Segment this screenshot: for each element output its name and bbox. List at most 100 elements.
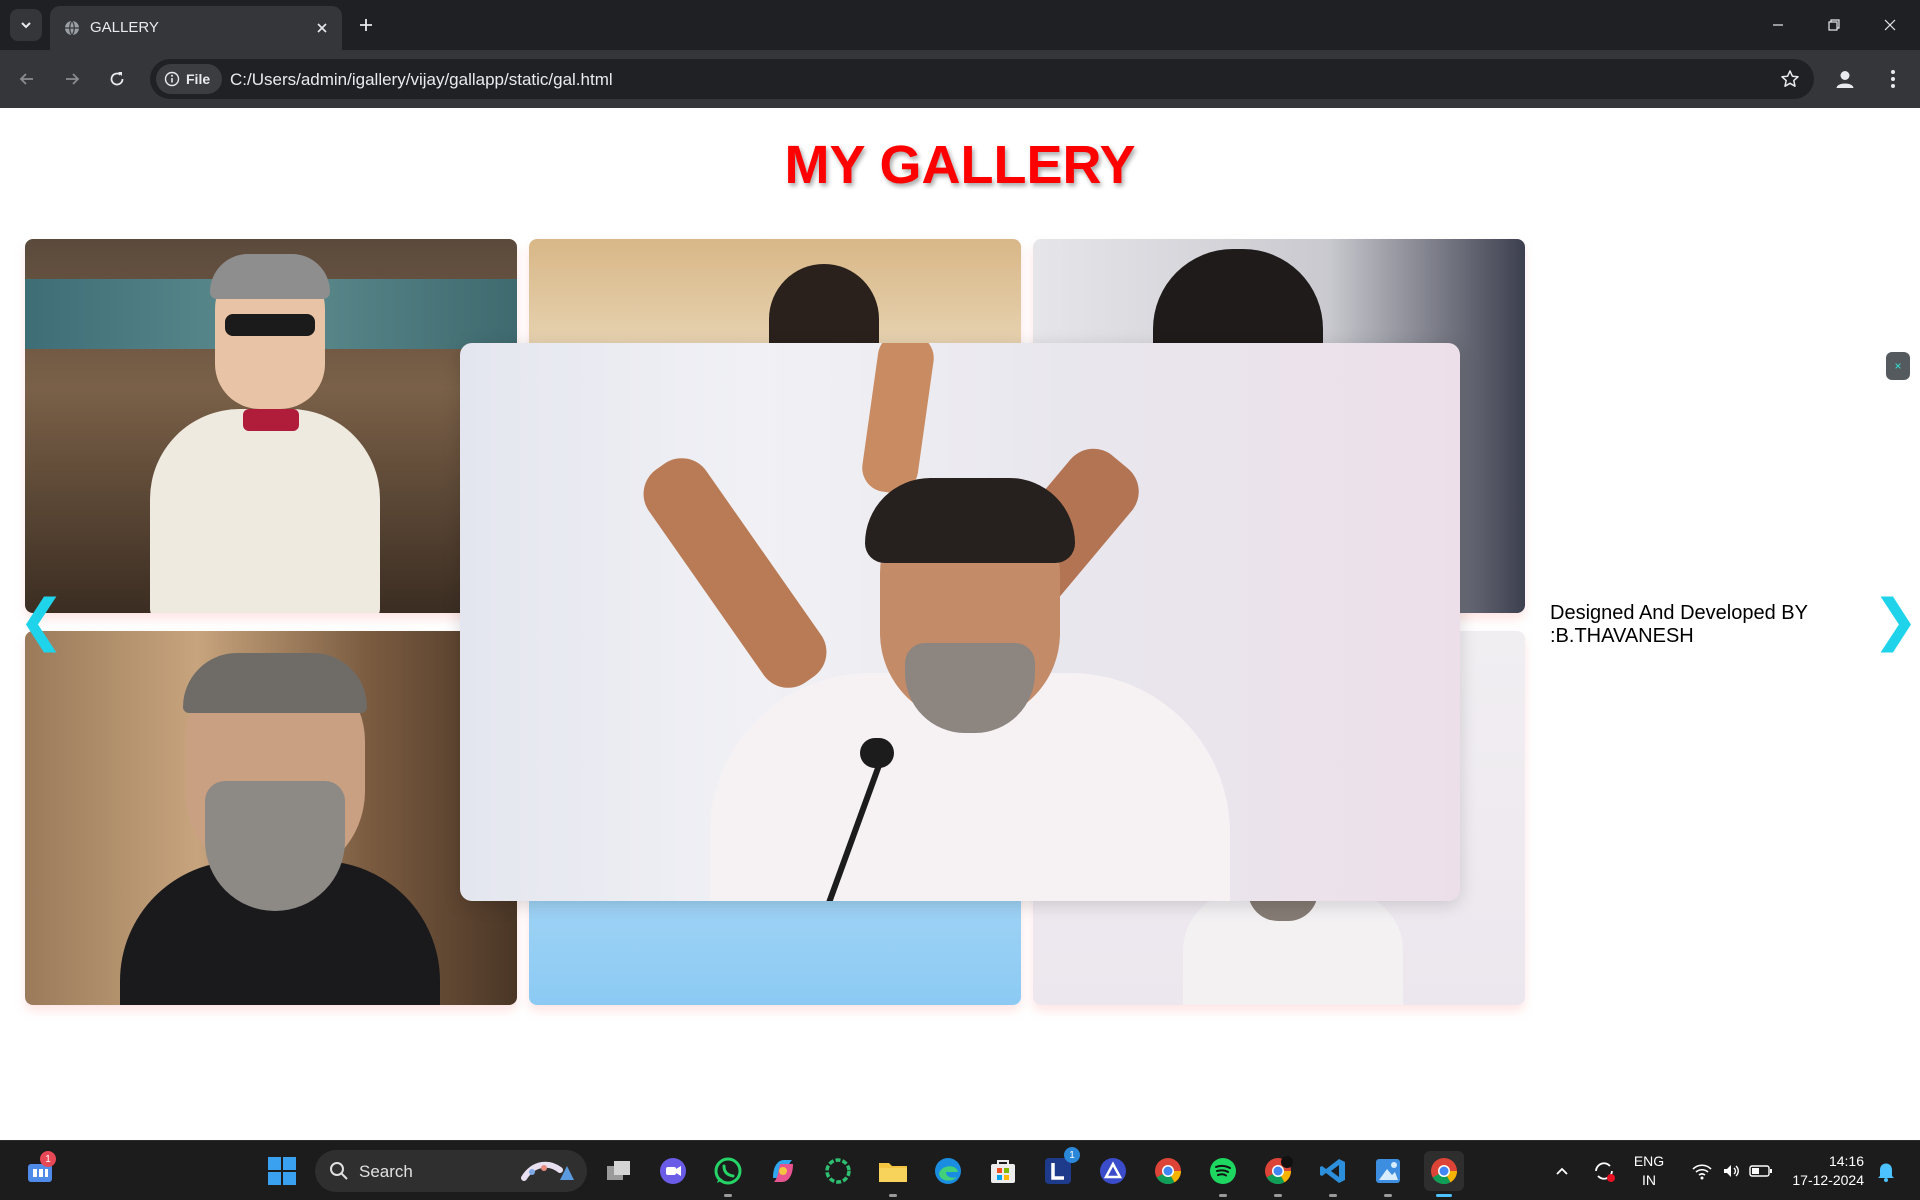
lightbox-image[interactable] <box>460 343 1460 901</box>
reload-button[interactable] <box>102 64 132 94</box>
sync-icon <box>1595 1162 1615 1182</box>
triangle-app-button[interactable] <box>1093 1151 1133 1191</box>
bell-icon <box>1878 1163 1894 1182</box>
l-app-button[interactable]: 1 <box>1038 1147 1080 1191</box>
person-icon <box>1836 71 1854 88</box>
star-icon <box>1781 70 1799 87</box>
search-label: Search <box>359 1162 413 1181</box>
photos-app-button[interactable] <box>1368 1151 1408 1197</box>
clock-date: 17-12-2024 <box>1792 1172 1864 1188</box>
clock-time: 14:16 <box>1828 1153 1864 1169</box>
close-icon <box>317 23 327 33</box>
credit-line-1: Designed And Developed BY <box>1550 602 1808 624</box>
browser-tab-active[interactable]: GALLERY <box>50 6 342 50</box>
tab-title: GALLERY <box>90 19 159 36</box>
credit-text: Designed And Developed BY :B.THAVANESH <box>1550 602 1808 648</box>
chrome-icon <box>1155 1158 1182 1185</box>
copilot-button[interactable] <box>763 1151 803 1191</box>
language-indicator[interactable]: ENG IN <box>1626 1152 1672 1190</box>
more-vertical-icon <box>1891 70 1895 88</box>
chrome-active-button[interactable] <box>1424 1151 1464 1197</box>
vscode-button[interactable] <box>1313 1151 1353 1197</box>
running-indicator <box>889 1194 897 1197</box>
edge-icon <box>935 1158 961 1184</box>
triangle-logo-icon <box>1100 1158 1126 1184</box>
chrome-icon <box>1431 1158 1458 1185</box>
task-view-button[interactable] <box>599 1151 639 1191</box>
quick-settings-button[interactable] <box>1680 1151 1784 1191</box>
windows-logo-icon <box>268 1157 296 1185</box>
meet-app-button[interactable] <box>653 1151 693 1191</box>
start-button[interactable] <box>262 1151 302 1191</box>
gallery-page: MY GALLERY ❮ ❯ × Designed And Developed … <box>0 108 1920 1140</box>
running-indicator <box>1274 1194 1282 1197</box>
chrome-profile-2-button[interactable] <box>1258 1151 1298 1197</box>
back-button[interactable] <box>12 64 42 94</box>
window-close-button[interactable] <box>1872 10 1908 40</box>
tab-search-button[interactable] <box>10 9 42 41</box>
gallery-image-1[interactable] <box>25 239 517 613</box>
whatsapp-icon <box>714 1157 742 1185</box>
running-indicator <box>1384 1194 1392 1197</box>
vscode-icon <box>1320 1159 1345 1183</box>
minimize-button[interactable] <box>1760 10 1796 40</box>
taskbar-search[interactable]: Search <box>315 1150 587 1192</box>
browser-tab-strip: GALLERY <box>0 0 1920 50</box>
wifi-icon <box>1692 1164 1712 1180</box>
camera-chat-icon <box>660 1158 686 1184</box>
new-tab-button[interactable] <box>354 13 378 37</box>
page-title: MY GALLERY <box>784 135 1136 195</box>
gallery-image-4[interactable] <box>25 631 517 1005</box>
address-bar[interactable]: File C:/Users/admin/igallery/vijay/galla… <box>150 59 1814 99</box>
next-arrow-button[interactable]: ❯ <box>1872 592 1919 648</box>
store-button[interactable] <box>983 1151 1023 1191</box>
sync-status-button[interactable] <box>1584 1151 1624 1191</box>
globe-icon <box>65 20 79 36</box>
store-icon <box>991 1160 1015 1183</box>
running-indicator <box>1329 1194 1337 1197</box>
task-view-icon <box>607 1161 630 1180</box>
teams-widget-button[interactable]: 1 <box>20 1151 60 1191</box>
profile-button[interactable] <box>1830 64 1860 94</box>
arrow-left-icon <box>19 73 33 85</box>
notifications-button[interactable] <box>1868 1151 1904 1191</box>
chevron-down-icon <box>21 22 31 29</box>
prev-arrow-button[interactable]: ❮ <box>18 592 65 648</box>
search-highlight-icon <box>521 1161 574 1181</box>
minimize-icon <box>1773 24 1783 26</box>
lightbox-close-button[interactable]: × <box>1886 352 1910 380</box>
spotify-button[interactable] <box>1203 1151 1243 1197</box>
restore-icon <box>1828 19 1840 31</box>
running-indicator <box>724 1194 732 1197</box>
close-icon <box>1884 19 1896 31</box>
site-info-chip[interactable]: File <box>156 64 222 94</box>
whatsapp-button[interactable] <box>708 1151 748 1197</box>
spotify-icon <box>1210 1158 1236 1184</box>
bookmark-button[interactable] <box>1778 67 1802 91</box>
copilot-icon <box>773 1160 793 1182</box>
volume-icon <box>1724 1165 1739 1177</box>
photos-icon <box>1376 1159 1400 1183</box>
running-indicator <box>1219 1194 1227 1197</box>
language-code: ENG <box>1633 1153 1665 1169</box>
ring-app-button[interactable] <box>818 1151 858 1191</box>
plus-icon <box>360 19 372 31</box>
restore-button[interactable] <box>1816 10 1852 40</box>
chrome-profile-1-button[interactable] <box>1148 1151 1188 1191</box>
notification-badge: 1 <box>40 1151 56 1167</box>
browser-menu-button[interactable] <box>1878 64 1908 94</box>
active-indicator <box>1436 1194 1452 1197</box>
edge-button[interactable] <box>928 1151 968 1191</box>
url-text[interactable]: C:/Users/admin/igallery/vijay/gallapp/st… <box>230 70 613 90</box>
tray-overflow-button[interactable] <box>1542 1151 1582 1191</box>
chrome-icon <box>1265 1156 1293 1185</box>
battery-icon <box>1749 1165 1772 1177</box>
file-explorer-button[interactable] <box>873 1151 913 1197</box>
windows-taskbar: 1 Search 1 ENG IN 14:16 17-12-2024 <box>0 1140 1920 1200</box>
clock[interactable]: 14:16 17-12-2024 <box>1782 1152 1864 1190</box>
notification-badge: 1 <box>1064 1147 1080 1163</box>
tab-close-button[interactable] <box>312 18 332 38</box>
chevron-up-icon <box>1556 1167 1568 1175</box>
forward-button[interactable] <box>57 64 87 94</box>
arrow-right-icon <box>66 73 80 85</box>
